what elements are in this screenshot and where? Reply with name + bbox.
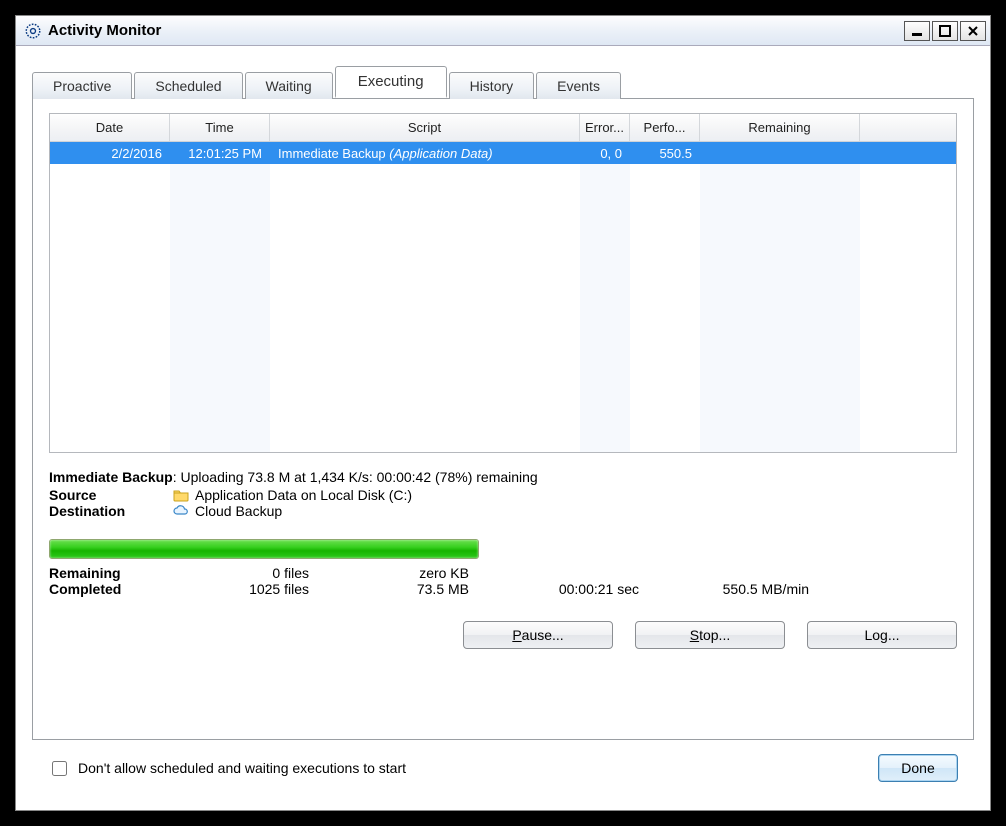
status-line-backup: Immediate Backup: Uploading 73.8 M at 1,… — [49, 469, 957, 485]
cloud-icon — [173, 503, 189, 519]
col-perf[interactable]: Perfo... — [630, 114, 700, 141]
tab-scheduled[interactable]: Scheduled — [134, 72, 242, 99]
checkbox-text: Don't allow scheduled and waiting execut… — [78, 760, 406, 776]
footer: Don't allow scheduled and waiting execut… — [32, 740, 974, 796]
cell-time: 12:01:25 PM — [170, 146, 270, 161]
tab-proactive[interactable]: Proactive — [32, 72, 132, 99]
table-row[interactable]: 2/2/2016 12:01:25 PM Immediate Backup (A… — [50, 142, 956, 164]
progress-bar — [49, 539, 479, 559]
status-destination-text: Cloud Backup — [195, 503, 282, 519]
status-destination-label: Destination — [49, 503, 167, 519]
content-area: Proactive Scheduled Waiting Executing Hi… — [16, 46, 990, 810]
window-controls — [904, 21, 986, 41]
col-date[interactable]: Date — [50, 114, 170, 141]
stats-remaining-label: Remaining — [49, 565, 179, 581]
activity-monitor-window: Activity Monitor Proactive Scheduled Wai… — [15, 15, 991, 811]
stats-remaining-row: Remaining 0 files zero KB — [49, 565, 957, 581]
cell-date: 2/2/2016 — [50, 146, 170, 161]
dont-allow-checkbox-label[interactable]: Don't allow scheduled and waiting execut… — [48, 758, 406, 779]
col-time[interactable]: Time — [170, 114, 270, 141]
script-name: Immediate Backup — [278, 146, 389, 161]
tab-events[interactable]: Events — [536, 72, 621, 99]
tabstrip: Proactive Scheduled Waiting Executing Hi… — [32, 68, 974, 98]
grid-body[interactable]: 2/2/2016 12:01:25 PM Immediate Backup (A… — [50, 142, 956, 452]
stats-remaining-files: 0 files — [179, 565, 339, 581]
grid-header: Date Time Script Error... Perfo... Remai… — [50, 114, 956, 142]
status-line-source: Source Application Data on Local Disk (C… — [49, 487, 957, 503]
stats-remaining-size: zero KB — [339, 565, 499, 581]
close-button[interactable] — [960, 21, 986, 41]
status-backup-detail: : Uploading 73.8 M at 1,434 K/s: 00:00:4… — [173, 469, 538, 485]
col-error[interactable]: Error... — [580, 114, 630, 141]
maximize-button[interactable] — [932, 21, 958, 41]
status-block: Immediate Backup: Uploading 73.8 M at 1,… — [49, 469, 957, 519]
tab-history[interactable]: History — [449, 72, 535, 99]
grid-stripes — [50, 142, 956, 452]
cell-script: Immediate Backup (Application Data) — [270, 146, 580, 161]
status-source-label: Source — [49, 487, 167, 503]
stats-block: Remaining 0 files zero KB Completed 1025… — [49, 565, 957, 597]
stats-rate: 550.5 MB/min — [669, 581, 839, 597]
stats-completed-files: 1025 files — [179, 581, 339, 597]
script-detail: (Application Data) — [389, 146, 492, 161]
col-remaining[interactable]: Remaining — [700, 114, 860, 141]
minimize-button[interactable] — [904, 21, 930, 41]
action-buttons: Pause... Stop... Log... — [49, 621, 957, 649]
execution-grid: Date Time Script Error... Perfo... Remai… — [49, 113, 957, 453]
status-backup-label: Immediate Backup — [49, 469, 173, 485]
col-script[interactable]: Script — [270, 114, 580, 141]
cell-error: 0, 0 — [580, 146, 630, 161]
pause-button[interactable]: Pause... — [463, 621, 613, 649]
cell-perf: 550.5 — [630, 146, 700, 161]
tab-executing[interactable]: Executing — [335, 66, 447, 98]
log-button[interactable]: Log... — [807, 621, 957, 649]
stats-completed-label: Completed — [49, 581, 179, 597]
executing-panel: Date Time Script Error... Perfo... Remai… — [32, 98, 974, 740]
dont-allow-checkbox[interactable] — [52, 761, 67, 776]
progress-fill — [50, 540, 478, 558]
window-title: Activity Monitor — [48, 22, 904, 39]
stats-completed-row: Completed 1025 files 73.5 MB 00:00:21 se… — [49, 581, 957, 597]
tab-waiting[interactable]: Waiting — [245, 72, 333, 99]
stats-completed-size: 73.5 MB — [339, 581, 499, 597]
folder-icon — [173, 487, 189, 503]
status-source-text: Application Data on Local Disk (C:) — [195, 487, 412, 503]
col-spacer — [860, 114, 956, 141]
stats-elapsed: 00:00:21 sec — [499, 581, 669, 597]
app-gear-icon — [24, 22, 42, 40]
status-line-destination: Destination Cloud Backup — [49, 503, 957, 519]
titlebar: Activity Monitor — [16, 16, 990, 46]
done-button[interactable]: Done — [878, 754, 958, 782]
stop-button[interactable]: Stop... — [635, 621, 785, 649]
